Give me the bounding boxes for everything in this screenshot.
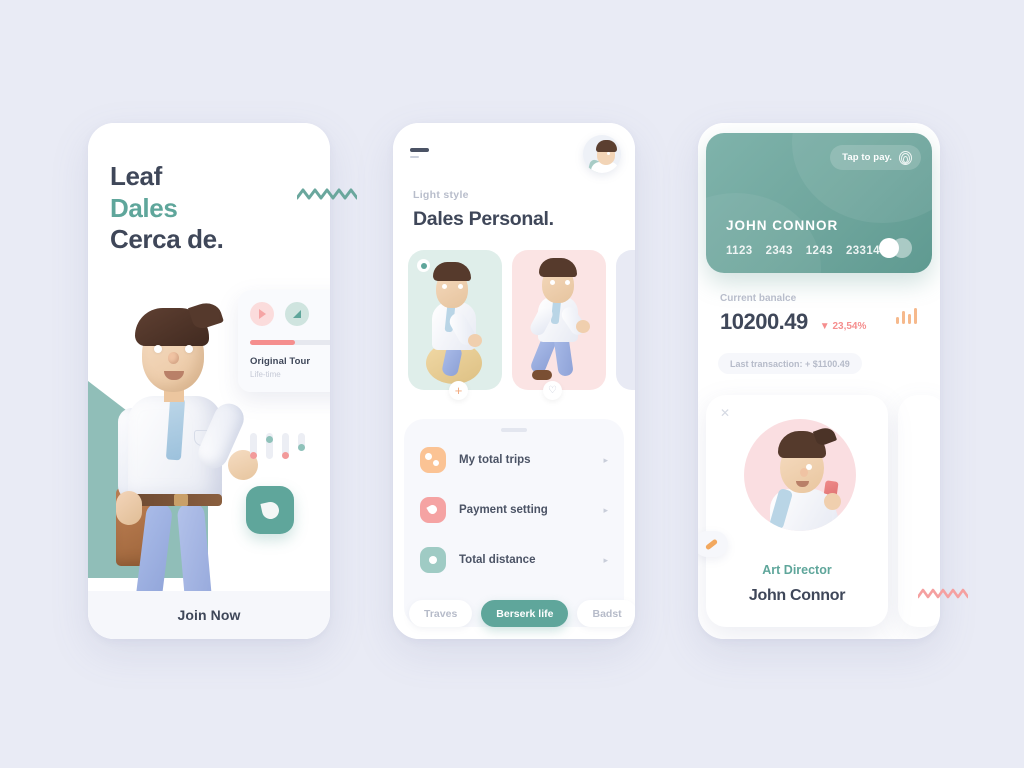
balance-row: 10200.49 ▼ 23,54%: [720, 309, 866, 335]
menu-item-1[interactable]: My total trips ▸: [420, 438, 608, 482]
mini-slider-group[interactable]: [250, 433, 305, 459]
gallery-card-3[interactable]: [616, 250, 635, 390]
user-avatar[interactable]: [583, 135, 621, 173]
slider-2[interactable]: [266, 433, 273, 459]
eyebrow-label: Light style: [413, 189, 469, 201]
last-transaction-chip: Last transaction: + $1100.49: [718, 353, 862, 374]
card-title: Original Tour: [250, 356, 311, 367]
design-canvas: Leaf Dales Cerca de. Original Tour Life-…: [0, 0, 1024, 768]
phone-screen-wallet: Tap to pay. JOHN CONNOR 1123 2343 1243 2331…: [698, 123, 940, 639]
card-subtitle: Life-time: [250, 370, 281, 379]
original-tour-card[interactable]: Original Tour Life-time: [238, 290, 330, 392]
screen-1-content: Leaf Dales Cerca de. Original Tour Life-…: [88, 123, 330, 639]
slider-thumb: [298, 444, 305, 451]
circle-icon: [420, 547, 446, 573]
screen-3-content: Tap to pay. JOHN CONNOR 1123 2343 1243 2331…: [698, 123, 940, 639]
fingerprint-icon: [898, 150, 913, 166]
card-number-group-3: 1243: [805, 245, 833, 257]
drop-icon: [420, 497, 446, 523]
menu-item-label: My total trips: [459, 454, 531, 466]
card-number-group-1: 1123: [726, 245, 753, 257]
balance-amount: 10200.49: [720, 309, 808, 334]
progress-bar: [250, 340, 330, 345]
phone-screen-onboarding: Leaf Dales Cerca de. Original Tour Life-…: [88, 123, 330, 639]
menu-item-3[interactable]: Total distance ▸: [420, 538, 608, 582]
slider-3[interactable]: [282, 433, 289, 459]
dice-icon: [420, 447, 446, 473]
sparkline-bar-3: [907, 314, 912, 324]
slider-4[interactable]: [298, 433, 305, 451]
play-icon[interactable]: [250, 302, 274, 326]
slider-thumb: [266, 436, 273, 443]
balance-sparkline: [896, 308, 918, 324]
sparkline-bar-2: [901, 311, 906, 324]
last-transaction-label: Last transaction: + $1100.49: [730, 358, 850, 369]
join-now-button[interactable]: Join Now: [88, 591, 330, 639]
triangle-icon[interactable]: [285, 302, 309, 326]
mastercard-icon: [879, 238, 915, 258]
slider-thumb: [250, 452, 257, 459]
sparkline-bar-1: [896, 317, 900, 324]
close-icon[interactable]: ✕: [720, 407, 730, 419]
gallery-card-2[interactable]: [512, 250, 606, 390]
phone-screen-personal: Light style Dales Personal. + ♡ My total…: [393, 123, 635, 639]
profile-card: ✕ Art Director John Connor: [698, 395, 888, 627]
title-line-2: Dales: [110, 192, 178, 223]
join-now-label: Join Now: [177, 607, 241, 623]
profile-name: John Connor: [748, 587, 846, 604]
title-line-3: Cerca de.: [110, 224, 224, 255]
drag-handle[interactable]: [501, 428, 527, 432]
menu-item-2[interactable]: Payment setting ▸: [420, 488, 608, 532]
card-number: 1123 2343 1243 23314: [726, 245, 880, 257]
chevron-right-icon: ▸: [603, 454, 608, 465]
chevron-right-icon: ▸: [603, 554, 608, 565]
leaf-icon[interactable]: [246, 486, 294, 534]
gallery-card-1[interactable]: [408, 250, 502, 390]
tap-to-pay-label: Tap to pay.: [842, 152, 892, 163]
next-profile-card[interactable]: [898, 395, 940, 627]
credit-card[interactable]: Tap to pay. JOHN CONNOR 1123 2343 1243 2331…: [706, 133, 932, 273]
hamburger-icon[interactable]: [410, 148, 432, 159]
balance-change: ▼ 23,54%: [819, 321, 867, 332]
slider-thumb: [282, 452, 289, 459]
plus-icon[interactable]: +: [449, 381, 468, 400]
menu-panel: My total trips ▸ Payment setting ▸ Total dis…: [404, 419, 624, 627]
page-title: Leaf Dales Cerca de.: [110, 161, 224, 256]
slider-1[interactable]: [250, 433, 257, 459]
page-heading: Dales Personal.: [413, 208, 554, 230]
tab-bar[interactable]: Traves Berserk life Badst: [409, 600, 635, 627]
title-line-1: Leaf: [110, 161, 162, 191]
mini-character-2: [512, 250, 590, 380]
profile-avatar: [744, 419, 856, 531]
gallery-carousel[interactable]: [408, 250, 635, 390]
card-holder-name: JOHN CONNOR: [726, 218, 839, 233]
tab-berserk-life[interactable]: Berserk life: [481, 600, 569, 627]
balance-label: Current banalce: [720, 293, 797, 304]
sparkline-bar-4: [913, 308, 918, 324]
screen-2-content: Light style Dales Personal. + ♡ My total…: [393, 123, 635, 639]
pencil-icon[interactable]: [698, 531, 728, 557]
menu-item-label: Total distance: [459, 554, 536, 566]
profile-role: Art Director: [762, 563, 832, 577]
tap-to-pay-button[interactable]: Tap to pay.: [830, 145, 921, 170]
chevron-right-icon: ▸: [603, 504, 608, 515]
menu-item-label: Payment setting: [459, 504, 548, 516]
card-number-group-4: 23314: [845, 245, 880, 257]
card-number-group-2: 2343: [765, 245, 793, 257]
selected-dot-icon: [417, 259, 430, 272]
heart-icon[interactable]: ♡: [543, 381, 562, 400]
tab-badst[interactable]: Badst: [577, 600, 635, 627]
tab-traves[interactable]: Traves: [409, 600, 473, 627]
card-chip-row: [250, 302, 330, 326]
